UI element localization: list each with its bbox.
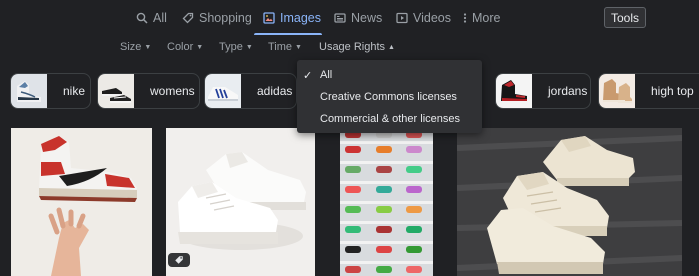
tag-badge <box>168 253 190 267</box>
chip-thumbnail <box>599 74 635 108</box>
search-icon <box>135 12 148 25</box>
filter-usage-rights[interactable]: Usage Rights ▲ <box>319 39 395 55</box>
caret-up-icon: ▲ <box>388 43 395 51</box>
tab-shopping[interactable]: Shopping <box>181 9 252 27</box>
menu-item-label: All <box>320 69 333 81</box>
menu-item-commercial[interactable]: Commercial & other licenses <box>297 109 482 129</box>
tab-all[interactable]: All <box>135 9 167 27</box>
tools-button[interactable]: Tools <box>604 7 646 28</box>
result-image <box>11 128 152 276</box>
caret-down-icon: ▼ <box>196 43 204 51</box>
tab-videos-label: Videos <box>413 11 451 25</box>
tab-all-label: All <box>153 11 167 25</box>
tab-more-label: More <box>472 11 501 25</box>
menu-item-creative-commons[interactable]: Creative Commons licenses <box>297 87 482 107</box>
tab-images[interactable]: Images <box>262 9 321 27</box>
chip-label: high top <box>651 84 694 98</box>
image-icon <box>262 12 275 25</box>
filter-type-label: Type <box>219 41 243 53</box>
filter-color-label: Color <box>167 41 194 53</box>
filter-size-label: Size <box>120 41 142 53</box>
chip-label: nike <box>63 84 86 98</box>
tag-icon <box>181 12 194 25</box>
chip-thumbnail <box>98 74 134 108</box>
more-vert-icon <box>462 12 467 25</box>
image-result[interactable] <box>340 128 433 276</box>
caret-down-icon: ▼ <box>245 43 253 51</box>
tab-shopping-label: Shopping <box>199 11 252 25</box>
caret-down-icon: ▼ <box>144 43 152 51</box>
filter-type[interactable]: Type ▼ <box>219 39 253 55</box>
play-icon <box>395 12 408 25</box>
chip-label: jordans <box>548 84 588 98</box>
chip-nike[interactable]: nike <box>10 73 91 109</box>
chip-jordans[interactable]: jordans <box>495 73 591 109</box>
chip-label: womens <box>150 84 195 98</box>
chip-high-top[interactable]: high top <box>598 73 699 109</box>
filter-size[interactable]: Size ▼ <box>120 39 151 55</box>
menu-item-all[interactable]: ✓ All <box>297 65 482 85</box>
menu-item-label: Commercial & other licenses <box>320 113 460 125</box>
result-image <box>457 128 682 276</box>
tab-news[interactable]: News <box>333 9 382 27</box>
search-tabs: All Shopping Images News Videos More Too… <box>0 0 699 36</box>
chip-thumbnail <box>11 74 47 108</box>
filter-color[interactable]: Color ▼ <box>167 39 203 55</box>
chip-label: adidas <box>257 84 293 98</box>
chip-womens[interactable]: womens <box>97 73 200 109</box>
image-result[interactable] <box>457 128 682 276</box>
filter-time[interactable]: Time ▼ <box>268 39 302 55</box>
menu-item-label: Creative Commons licenses <box>320 91 457 103</box>
active-tab-indicator <box>254 33 322 35</box>
chip-adidas[interactable]: adidas <box>204 73 297 109</box>
filter-usage-rights-label: Usage Rights <box>319 41 386 53</box>
chip-thumbnail <box>205 74 241 108</box>
result-image <box>340 128 433 276</box>
image-result[interactable] <box>11 128 152 276</box>
tab-images-label: Images <box>280 11 321 25</box>
caret-down-icon: ▼ <box>295 43 302 51</box>
tab-more[interactable]: More <box>462 9 500 27</box>
image-result[interactable] <box>166 128 315 276</box>
newspaper-icon <box>333 12 346 25</box>
tag-icon <box>175 256 183 264</box>
tab-news-label: News <box>351 11 383 25</box>
filter-time-label: Time <box>268 41 293 53</box>
usage-rights-menu: ✓ All Creative Commons licenses Commerci… <box>297 60 482 133</box>
check-icon: ✓ <box>303 69 313 82</box>
chip-thumbnail <box>496 74 532 108</box>
tab-videos[interactable]: Videos <box>395 9 451 27</box>
